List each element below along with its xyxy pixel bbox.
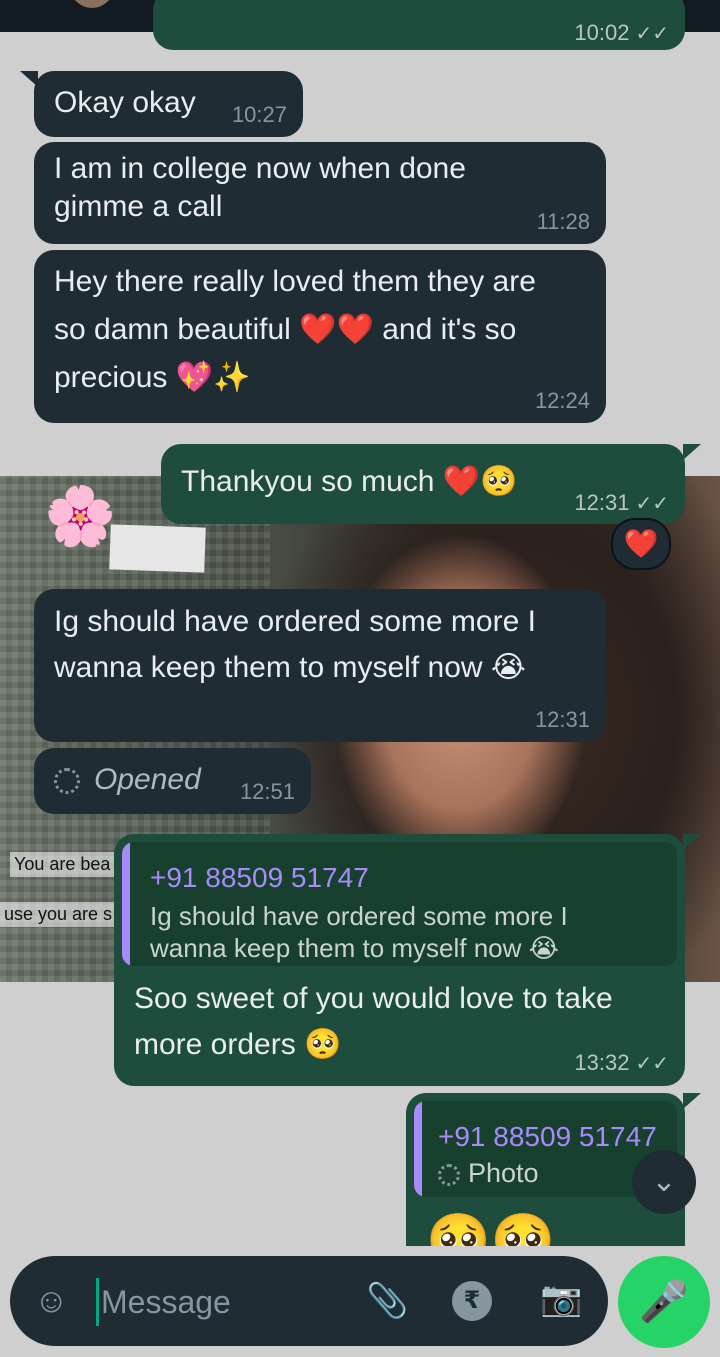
chevron-double-down-icon: ⌄ [651,1165,677,1198]
mic-icon: 🎤 [639,1280,689,1324]
quote-text-line: wanna keep them to myself now 😭 [150,932,559,964]
scroll-to-bottom-button[interactable]: ⌄ [632,1150,696,1214]
quote-sender: +91 88509 51747 [438,1121,657,1152]
read-ticks-icon: ✓✓ [635,23,669,45]
photo-paper [109,524,206,573]
view-once-icon [54,768,80,795]
story-overlay-text-2: use you are s [0,902,117,927]
mic-button[interactable]: 🎤 [618,1256,710,1348]
message-text-line: more orders 🥺 [134,1022,613,1068]
bubble-tail [683,834,701,850]
quote-text: wanna keep them to myself now [150,933,522,963]
message-text-line: Soo sweet of you would love to take [134,982,613,1015]
camera-icon[interactable]: 📷 [540,1282,582,1316]
message-bubble-outgoing[interactable]: Thankyou so much ❤️🥺 12:31 ✓✓ [161,444,685,524]
red-heart-emoji: ❤️ [442,465,481,498]
message-text-line: so damn beautiful ❤️❤️ and it's so [54,306,586,354]
message-bubble-incoming[interactable]: Ig should have ordered some more I wanna… [34,589,606,742]
quote-sender: +91 88509 51747 [150,862,369,893]
message-text: Thankyou so much [181,465,435,498]
pleading-face-emoji: 🥺 [480,465,518,498]
message-time: 10:02 [574,20,630,45]
red-heart-emoji: ❤️❤️ [299,313,374,346]
quote-photo-line: Photo [438,1157,539,1189]
opened-label: Opened [94,763,201,796]
message-time: 12:31 [574,490,630,515]
view-once-icon [438,1163,460,1186]
rupee-icon[interactable]: ₹ [452,1281,492,1321]
message-text-line: wanna keep them to myself now 😭 [54,645,586,691]
flower-sticker: 🌸 [44,484,117,549]
paperclip-icon[interactable]: 📎 [366,1284,408,1318]
pleading-face-emoji: 🥺 [304,1028,342,1061]
message-time: 12:24 [534,388,590,413]
message-body: Soo sweet of you would love to take more… [134,976,613,1068]
quote-accent-bar [122,842,130,966]
crying-face-emoji: 😭 [490,651,526,684]
quote-text: Photo [468,1158,539,1188]
avatar[interactable] [70,0,114,8]
message-text: precious [54,361,168,394]
message-time: 10:27 [231,102,287,127]
message-text: so damn beautiful [54,313,291,346]
quoted-message[interactable]: +91 88509 51747 Ig should have ordered s… [122,842,677,966]
message-text-line: gimme a call [54,190,223,223]
message-text: wanna keep them to myself now [54,651,483,684]
emoji-icon[interactable]: ☺ [34,1284,69,1318]
message-time: 13:32 [574,1050,630,1075]
message-text-line: I am in college now when done [54,152,466,185]
quote-text-line: Ig should have ordered some more I [150,901,568,931]
read-ticks-icon: ✓✓ [635,493,669,515]
message-bubble-outgoing-partial[interactable]: 10:02 ✓✓ [153,0,685,50]
read-ticks-icon: ✓✓ [635,1053,669,1075]
message-time: 11:28 [536,209,590,234]
view-once-opened-bubble[interactable]: Opened 12:51 [34,748,311,814]
sparkle-heart-emoji: 💖✨ [175,361,251,394]
quote-accent-bar [414,1101,422,1197]
message-text-line: Ig should have ordered some more I [54,605,536,638]
message-text: Okay okay [54,86,196,119]
message-bubble-incoming[interactable]: Okay okay 10:27 [34,71,303,137]
crying-face-emoji: 😭 [528,933,560,963]
message-time: 12:31 [534,707,590,732]
pleading-face-emoji-large: 🥺🥺 [426,1212,556,1246]
message-composer: ☺ 📎 ₹ 📷 [10,1256,608,1346]
message-bubble-incoming[interactable]: I am in college now when done gimme a ca… [34,142,606,244]
message-input[interactable] [96,1278,353,1326]
story-overlay-text-1: You are bea [10,852,115,877]
message-text-line: precious 💖✨ [54,354,586,402]
message-bubble-incoming[interactable]: Hey there really loved them they are so … [34,250,606,423]
message-bubble-outgoing-reply[interactable]: +91 88509 51747 Ig should have ordered s… [114,834,685,1086]
message-text: more orders [134,1028,296,1061]
reaction-heart[interactable]: ❤️ [611,518,671,570]
message-time: 12:51 [239,779,295,804]
message-text-line: Hey there really loved them they are [54,265,536,298]
message-text: and it's so [382,313,517,346]
bubble-tail [683,444,701,460]
bubble-tail [683,1093,701,1109]
